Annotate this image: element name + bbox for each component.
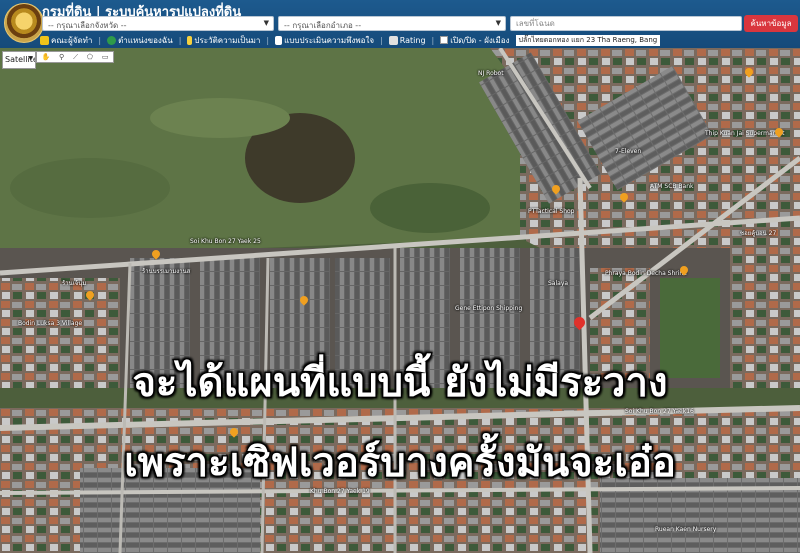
map-label-poi: 7-Eleven	[615, 148, 642, 155]
map-label-poi: Salaya	[548, 280, 569, 287]
deed-number-input[interactable]	[510, 16, 742, 31]
map-label-village: Bodin Luksa 3 Village	[18, 320, 83, 327]
chart-icon	[388, 35, 398, 45]
app-header: กรมที่ดิน | ระบบค้นหารูปแปลงที่ดิน -- กร…	[0, 0, 800, 48]
toolbar-item-city-plan-toggle[interactable]: เปิด/ปิด - ผังเมือง	[440, 34, 510, 47]
map-label-poi: Gene Ettipon Shipping	[455, 305, 523, 312]
toolbar-item-label: ประวัติความเป็นมา	[194, 35, 261, 45]
layer-toolbar: คณะผู้จัดทำ | ตำแหน่งของฉัน | ประวัติควา…	[40, 33, 661, 47]
map-label-poi: ร้านบรรเมามงานส	[142, 268, 191, 275]
toolbar-item-survey[interactable]: แบบประเมินความพึงพอใจ	[275, 34, 374, 47]
map-label-poi: ATM SCB Bank	[650, 183, 694, 190]
map-label-poi: ร้านเจ้นุ่ม	[62, 280, 87, 287]
province-select[interactable]: -- กรุณาเลือกจังหวัด -- ▼	[42, 16, 274, 31]
toolbar-item-rating[interactable]: Rating	[388, 35, 426, 45]
divider: |	[431, 35, 435, 45]
address-readout: ปลั๊กไทยดอกทอง แยก 23 Tha Raeng, Bang	[515, 34, 661, 46]
province-select-value: -- กรุณาเลือกจังหวัด --	[48, 21, 127, 30]
toolbar-item-label: เปิด/ปิด - ผังเมือง	[450, 35, 510, 45]
drawing-toolbar: ✋ ⚲ ⟋ ⬠ ▭	[36, 51, 114, 63]
overlay-caption-line-1: จะได้แผนที่แบบนี้ ยังไม่มีระวาง	[131, 359, 669, 408]
divider: |	[266, 35, 270, 45]
chevron-down-icon: ▼	[28, 55, 33, 62]
map-label-poi: Phraya Bodin Decha Shrine	[605, 270, 687, 277]
search-button[interactable]: ค้นหาข้อมูล	[744, 15, 798, 32]
toolbar-item-history[interactable]: ประวัติความเป็นมา	[187, 34, 260, 47]
toolbar-item-team[interactable]: คณะผู้จัดทำ	[40, 34, 92, 47]
map-label-poi: NJ Robot	[478, 70, 504, 77]
toolbar-item-my-location[interactable]: ตำแหน่งของฉัน	[107, 34, 173, 47]
sprout-icon	[187, 35, 193, 45]
chevron-down-icon: ▼	[263, 19, 269, 27]
marker-tool-icon[interactable]: ⚲	[59, 53, 64, 61]
toolbar-item-label: Rating	[399, 35, 426, 45]
map-label-road: Soi Khu Bon 27 Yaek 25	[190, 238, 261, 245]
department-logo	[4, 3, 44, 43]
district-select[interactable]: -- กรุณาเลือกอำเภอ -- ▼	[278, 16, 506, 31]
overlay-caption-line-2: เพราะเซิฟเวอร์บางครั้งมันจะเอ๋อ	[123, 439, 677, 488]
toolbar-item-label: คณะผู้จัดทำ	[51, 35, 93, 45]
line-tool-icon[interactable]: ⟋	[73, 53, 78, 62]
location-icon	[107, 35, 117, 45]
toolbar-item-label: แบบประเมินความพึงพอใจ	[284, 35, 375, 45]
map-label-poi: PTTactical Shop	[528, 208, 575, 215]
map-label-road: ซอยคู้บอน 27	[740, 230, 777, 237]
divider: |	[98, 35, 102, 45]
map-type-select[interactable]: Satellite ▼	[2, 51, 36, 69]
document-icon	[275, 35, 283, 45]
checkbox-icon[interactable]	[440, 36, 449, 44]
map-label-poi: Ruean Kaen Nursery	[655, 526, 717, 533]
toolbar-item-label: ตำแหน่งของฉัน	[118, 35, 173, 45]
pan-tool-icon[interactable]: ✋	[41, 53, 50, 61]
map-label-poi: Thip Kuan Jai Supermarket	[705, 130, 785, 137]
chevron-down-icon: ▼	[495, 19, 501, 27]
polygon-tool-icon[interactable]: ⬠	[87, 53, 93, 61]
district-select-value: -- กรุณาเลือกอำเภอ --	[284, 21, 362, 30]
rectangle-tool-icon[interactable]: ▭	[102, 53, 109, 61]
divider: |	[380, 35, 383, 45]
divider: |	[178, 35, 182, 45]
book-icon	[40, 35, 49, 45]
